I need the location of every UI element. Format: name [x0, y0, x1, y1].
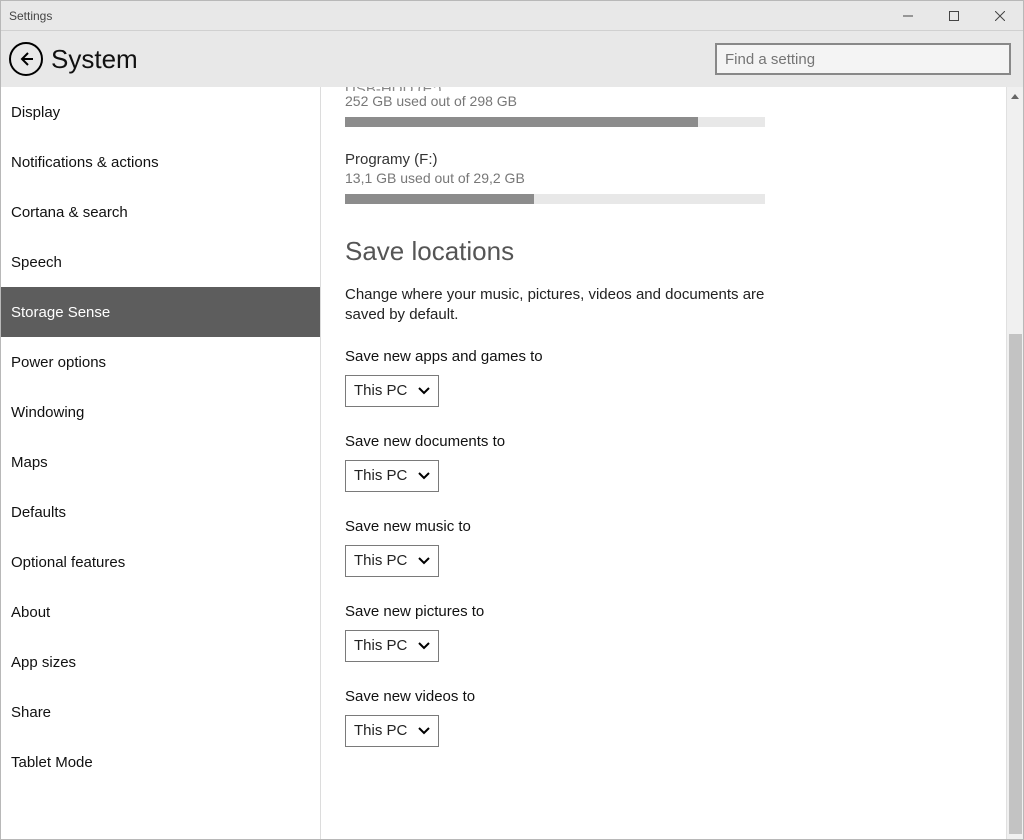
scroll-thumb[interactable] [1009, 334, 1022, 834]
sidebar-item-label: Windowing [11, 404, 84, 421]
sidebar-item-label: Display [11, 104, 60, 121]
scroll-up-button[interactable] [1007, 87, 1024, 104]
drive-name: USB-HDD (E:) [345, 87, 986, 91]
select-value: This PC [354, 382, 407, 399]
save-apps-block: Save new apps and games to This PC [345, 348, 986, 407]
sidebar-item-windowing[interactable]: Windowing [1, 387, 320, 437]
sidebar-item-label: About [11, 604, 50, 621]
sidebar-item-label: Tablet Mode [11, 754, 93, 771]
header: System [1, 31, 1023, 87]
drive-bar-fill [345, 194, 534, 204]
maximize-button[interactable] [931, 1, 977, 31]
drive-bar [345, 117, 765, 127]
sidebar-item-label: Storage Sense [11, 304, 110, 321]
drive-usage: 13,1 GB used out of 29,2 GB [345, 170, 986, 186]
save-music-label: Save new music to [345, 518, 986, 535]
save-videos-select[interactable]: This PC [345, 715, 439, 747]
vertical-scrollbar[interactable] [1006, 87, 1023, 839]
select-value: This PC [354, 467, 407, 484]
save-music-block: Save new music to This PC [345, 518, 986, 577]
select-value: This PC [354, 552, 407, 569]
save-videos-block: Save new videos to This PC [345, 688, 986, 747]
sidebar-item-app-sizes[interactable]: App sizes [1, 637, 320, 687]
select-value: This PC [354, 722, 407, 739]
sidebar-item-power[interactable]: Power options [1, 337, 320, 387]
save-apps-label: Save new apps and games to [345, 348, 986, 365]
sidebar-item-label: Speech [11, 254, 62, 271]
save-documents-label: Save new documents to [345, 433, 986, 450]
select-value: This PC [354, 637, 407, 654]
drive-bar [345, 194, 765, 204]
sidebar-item-label: Notifications & actions [11, 154, 159, 171]
chevron-down-icon [418, 727, 430, 735]
content: USB-HDD (E:) 252 GB used out of 298 GB P… [321, 87, 1006, 839]
settings-window: Settings System Display Notifications & … [0, 0, 1024, 840]
title-bar: Settings [1, 1, 1023, 31]
save-locations-heading: Save locations [345, 236, 986, 267]
sidebar-item-tablet-mode[interactable]: Tablet Mode [1, 737, 320, 787]
sidebar-item-label: Maps [11, 454, 48, 471]
sidebar: Display Notifications & actions Cortana … [1, 87, 321, 839]
storage-drive[interactable]: USB-HDD (E:) 252 GB used out of 298 GB [345, 87, 986, 127]
drive-bar-fill [345, 117, 698, 127]
save-music-select[interactable]: This PC [345, 545, 439, 577]
window-title: Settings [1, 9, 52, 23]
sidebar-item-share[interactable]: Share [1, 687, 320, 737]
save-documents-select[interactable]: This PC [345, 460, 439, 492]
sidebar-item-display[interactable]: Display [1, 87, 320, 137]
save-locations-description: Change where your music, pictures, video… [345, 285, 805, 326]
chevron-down-icon [418, 557, 430, 565]
sidebar-item-label: Cortana & search [11, 204, 128, 221]
chevron-down-icon [418, 387, 430, 395]
sidebar-item-storage-sense[interactable]: Storage Sense [1, 287, 320, 337]
body: Display Notifications & actions Cortana … [1, 87, 1023, 839]
sidebar-item-about[interactable]: About [1, 587, 320, 637]
scroll-track[interactable] [1007, 104, 1023, 822]
save-documents-block: Save new documents to This PC [345, 433, 986, 492]
save-pictures-block: Save new pictures to This PC [345, 603, 986, 662]
sidebar-item-label: Power options [11, 354, 106, 371]
drive-name: Programy (F:) [345, 151, 986, 168]
sidebar-item-label: Optional features [11, 554, 125, 571]
save-pictures-label: Save new pictures to [345, 603, 986, 620]
storage-drive[interactable]: Programy (F:) 13,1 GB used out of 29,2 G… [345, 151, 986, 204]
sidebar-item-speech[interactable]: Speech [1, 237, 320, 287]
chevron-down-icon [418, 642, 430, 650]
sidebar-item-cortana[interactable]: Cortana & search [1, 187, 320, 237]
save-pictures-select[interactable]: This PC [345, 630, 439, 662]
save-videos-label: Save new videos to [345, 688, 986, 705]
back-button[interactable] [9, 42, 43, 76]
sidebar-item-maps[interactable]: Maps [1, 437, 320, 487]
drive-usage: 252 GB used out of 298 GB [345, 93, 986, 109]
chevron-down-icon [418, 472, 430, 480]
save-apps-select[interactable]: This PC [345, 375, 439, 407]
content-wrap: USB-HDD (E:) 252 GB used out of 298 GB P… [321, 87, 1023, 839]
sidebar-item-label: Share [11, 704, 51, 721]
close-button[interactable] [977, 1, 1023, 31]
page-title: System [51, 44, 138, 75]
sidebar-item-label: Defaults [11, 504, 66, 521]
sidebar-item-label: App sizes [11, 654, 76, 671]
sidebar-item-defaults[interactable]: Defaults [1, 487, 320, 537]
minimize-button[interactable] [885, 1, 931, 31]
sidebar-item-optional-features[interactable]: Optional features [1, 537, 320, 587]
sidebar-item-notifications[interactable]: Notifications & actions [1, 137, 320, 187]
search-input[interactable] [715, 43, 1011, 75]
